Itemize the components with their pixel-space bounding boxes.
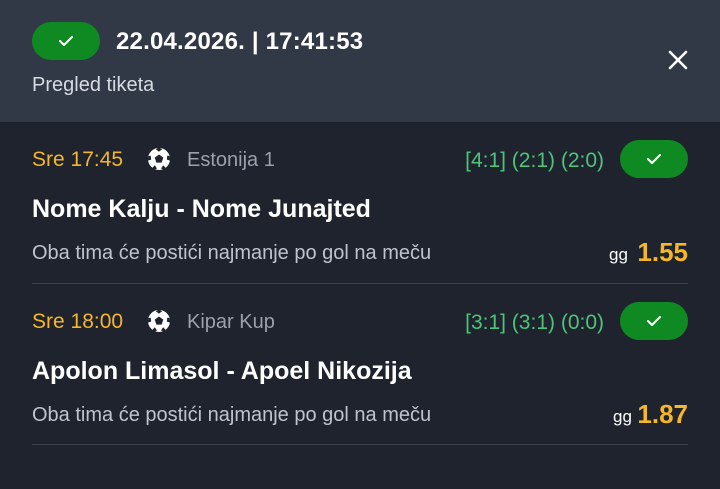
ticket-datetime: 22.04.2026. | 17:41:53 (116, 28, 364, 55)
ticket-header: 22.04.2026. | 17:41:53 Pregled tiketa (0, 0, 720, 122)
ticket-status-badge (32, 22, 100, 60)
bet-description: Oba tima će postići najmanje po gol na m… (32, 404, 432, 426)
page-title: Pregled tiketa (32, 74, 155, 96)
check-icon (647, 316, 661, 326)
divider (32, 444, 688, 445)
check-icon (647, 154, 661, 164)
match-time: Sre 17:45 (32, 148, 124, 171)
soccer-ball-icon (147, 309, 171, 333)
match-row: Sre 18:00 Kipar Kup [3:1] (3:1) (0:0) Ap… (0, 284, 720, 446)
close-button[interactable] (664, 46, 692, 74)
match-teams: Apolon Limasol - Apoel Nikozija (32, 357, 412, 385)
match-status-badge (620, 302, 688, 340)
bet-description: Oba tima će postići najmanje po gol na m… (32, 242, 432, 264)
bet-code: gg (613, 407, 632, 426)
bet-code: gg (609, 245, 628, 264)
check-icon (59, 36, 73, 46)
match-score: [3:1] (3:1) (0:0) (465, 311, 604, 334)
match-teams: Nome Kalju - Nome Junajted (32, 195, 371, 223)
soccer-ball-icon (147, 147, 171, 171)
bet-odds: 1.87 (637, 399, 688, 429)
bet-odds: 1.55 (637, 237, 688, 267)
match-row: Sre 17:45 Estonija 1 [4:1] (2:1) (2:0) N… (0, 122, 720, 284)
match-time: Sre 18:00 (32, 310, 124, 333)
close-icon (668, 50, 688, 70)
league-name: Estonija 1 (187, 149, 275, 171)
match-score: [4:1] (2:1) (2:0) (465, 149, 604, 172)
league-name: Kipar Kup (187, 311, 275, 333)
match-status-badge (620, 140, 688, 178)
